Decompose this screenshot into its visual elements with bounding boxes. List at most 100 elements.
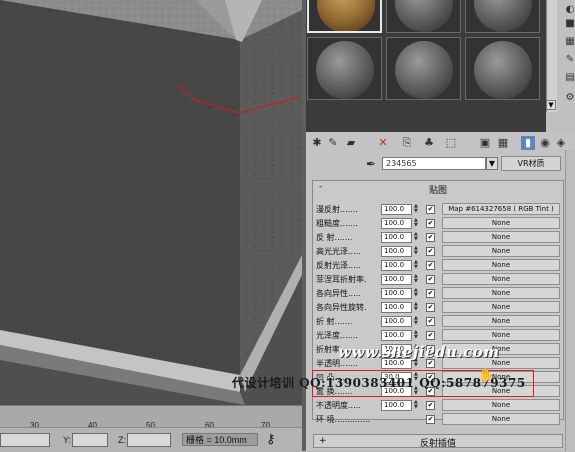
spinner-arrows-icon[interactable]: ▲ ▼ xyxy=(414,288,420,299)
spinner-arrows-icon[interactable]: ▲ ▼ xyxy=(414,316,420,327)
map-row: 高光光泽..... 100.0 ▲ ▼ ✔ None xyxy=(316,245,564,258)
put-to-library-icon[interactable]: ⬚ xyxy=(444,136,458,150)
reset-icon[interactable]: ✕ xyxy=(376,136,390,150)
map-slot-button[interactable]: None xyxy=(442,413,560,425)
x-coord-field[interactable] xyxy=(0,433,50,447)
eyedropper-icon[interactable]: ✒ xyxy=(366,157,376,171)
video-check-icon[interactable]: ▤ xyxy=(564,72,575,84)
map-enable-checkbox[interactable]: ✔ xyxy=(426,289,435,298)
z-coord-field[interactable] xyxy=(127,433,171,447)
time-ruler[interactable]: 30 40 50 60 70 xyxy=(0,405,302,430)
key-icon[interactable]: ⚷ xyxy=(266,432,276,447)
map-amount-field[interactable]: 100.0 xyxy=(381,288,412,299)
y-coord-field[interactable] xyxy=(72,433,108,447)
spinner-arrows-icon[interactable]: ▲ ▼ xyxy=(414,400,420,411)
options-icon[interactable]: ⚙ xyxy=(564,92,575,104)
sample-slot[interactable] xyxy=(386,37,461,100)
reflect-interpolation-rollout[interactable]: + 反射插值 xyxy=(313,434,563,449)
copy-material-icon[interactable]: ⎘ xyxy=(400,136,414,150)
map-amount-field[interactable]: 100.0 xyxy=(381,218,412,229)
map-enable-checkbox[interactable]: ✔ xyxy=(426,331,435,340)
map-slot-button[interactable]: None xyxy=(442,301,560,313)
spinner-arrows-icon[interactable]: ▲ ▼ xyxy=(414,232,420,243)
uv-tiling-icon[interactable]: ✎ xyxy=(564,54,575,66)
map-slot-button[interactable]: None xyxy=(442,273,560,285)
spinner-arrows-icon[interactable]: ▲ ▼ xyxy=(414,330,420,341)
backlight-icon[interactable]: ■ xyxy=(564,18,575,30)
sample-scrollbar[interactable] xyxy=(546,0,557,112)
map-amount-field[interactable]: 100.0 xyxy=(381,232,412,243)
go-to-parent-icon[interactable]: ◉ xyxy=(538,136,552,150)
material-effects-channel-icon[interactable]: ▣ xyxy=(478,136,492,150)
assign-material-icon[interactable]: ▰ xyxy=(344,136,358,150)
map-slot-button[interactable]: None xyxy=(442,259,560,271)
map-row: 不透明度..... 100.0 ▲ ▼ ✔ None xyxy=(316,399,564,412)
map-enable-checkbox[interactable]: ✔ xyxy=(426,401,435,410)
map-slot-button[interactable]: None xyxy=(442,287,560,299)
map-slot-button[interactable]: None xyxy=(442,315,560,327)
map-enable-checkbox[interactable]: ✔ xyxy=(426,317,435,326)
hand-cursor-icon: ✋ xyxy=(478,368,495,383)
map-enable-checkbox[interactable]: ✔ xyxy=(426,205,435,214)
map-amount-field[interactable]: 100.0 xyxy=(381,330,412,341)
map-row: 漫反射....... 100.0 ▲ ▼ ✔ Map #614327658 ( RGB … xyxy=(316,203,564,216)
panel-scrollbar[interactable] xyxy=(565,150,575,451)
sample-slot[interactable] xyxy=(386,0,461,33)
map-slot-button[interactable]: None xyxy=(442,329,560,341)
viewport[interactable] xyxy=(0,0,302,405)
map-row: 折 射....... 100.0 ▲ ▼ ✔ None xyxy=(316,315,564,328)
map-slot-button[interactable]: Map #614327658 ( RGB Tint ) xyxy=(442,203,560,215)
map-amount-field[interactable]: 100.0 xyxy=(381,246,412,257)
map-row-label: 各向异性旋转. xyxy=(316,303,367,312)
material-name-dropdown[interactable]: ▼ xyxy=(486,157,498,170)
map-enable-checkbox[interactable]: ✔ xyxy=(426,261,435,270)
map-slot-button[interactable]: None xyxy=(442,399,560,411)
map-enable-checkbox[interactable]: ✔ xyxy=(426,247,435,256)
show-map-icon[interactable]: ▦ xyxy=(496,136,510,150)
background-icon[interactable]: ▦ xyxy=(564,36,575,48)
put-to-scene-icon[interactable]: ✎ xyxy=(326,136,340,150)
material-type-button[interactable]: VR材质 xyxy=(501,156,561,171)
sample-slot[interactable] xyxy=(465,37,540,100)
map-amount-field[interactable]: 100.0 xyxy=(381,316,412,327)
map-enable-checkbox[interactable]: ✔ xyxy=(426,233,435,242)
map-enable-checkbox[interactable]: ✔ xyxy=(426,219,435,228)
map-row-label: 折 射....... xyxy=(316,317,353,326)
map-slot-button[interactable]: None xyxy=(442,231,560,243)
map-enable-checkbox[interactable]: ✔ xyxy=(426,303,435,312)
maps-rollout-header[interactable]: - 贴图 xyxy=(313,182,563,196)
map-slot-button[interactable]: None xyxy=(442,217,560,229)
map-amount-field[interactable]: 100.0 xyxy=(381,302,412,313)
map-enable-checkbox[interactable]: ✔ xyxy=(426,415,435,424)
map-slot-button[interactable]: None xyxy=(442,245,560,257)
sample-slot[interactable] xyxy=(307,37,382,100)
map-row-label: 不透明度..... xyxy=(316,401,361,410)
sample-slot-selected[interactable] xyxy=(307,0,382,33)
reflect-rollout-title: 反射插值 xyxy=(419,439,456,449)
show-end-result-icon[interactable]: ▮ xyxy=(521,136,535,150)
spinner-arrows-icon[interactable]: ▲ ▼ xyxy=(414,260,420,271)
spinner-arrows-icon[interactable]: ▲ ▼ xyxy=(414,246,420,257)
sample-slot[interactable] xyxy=(465,0,540,33)
map-amount-field[interactable]: 100.0 xyxy=(381,260,412,271)
go-forward-icon[interactable]: ◈ xyxy=(554,136,568,150)
material-name-field[interactable]: 234565 xyxy=(382,157,486,170)
map-enable-checkbox[interactable]: ✔ xyxy=(426,275,435,284)
spinner-arrows-icon[interactable]: ▲ ▼ xyxy=(414,302,420,313)
spinner-arrows-icon[interactable]: ▲ ▼ xyxy=(414,218,420,229)
material-toolbar: ✱ ✎ ▰ ✕ ⎘ ♣ ⬚ ▣ ▦ ▮ ◉ ◈ xyxy=(306,132,575,154)
get-material-icon[interactable]: ✱ xyxy=(310,136,324,150)
map-amount-field[interactable]: 100.0 xyxy=(381,274,412,285)
material-sphere-preview xyxy=(316,41,374,99)
spinner-arrows-icon[interactable]: ▲ ▼ xyxy=(414,274,420,285)
map-amount-field[interactable]: 100.0 xyxy=(381,400,412,411)
make-unique-icon[interactable]: ♣ xyxy=(422,136,436,150)
spinner-arrows-icon[interactable]: ▲ ▼ xyxy=(414,204,420,215)
map-row-label: 粗糙度....... xyxy=(316,219,358,228)
sample-type-icon[interactable]: ◐ xyxy=(564,4,575,16)
map-amount-field[interactable]: 100.0 xyxy=(381,204,412,215)
grid-size-label: 栅格 = 10.0mm xyxy=(182,433,258,446)
map-row-label: 高光光泽..... xyxy=(316,247,361,256)
scroll-down-arrow[interactable]: ▼ xyxy=(546,100,556,110)
map-row-label: 反 射....... xyxy=(316,233,353,242)
